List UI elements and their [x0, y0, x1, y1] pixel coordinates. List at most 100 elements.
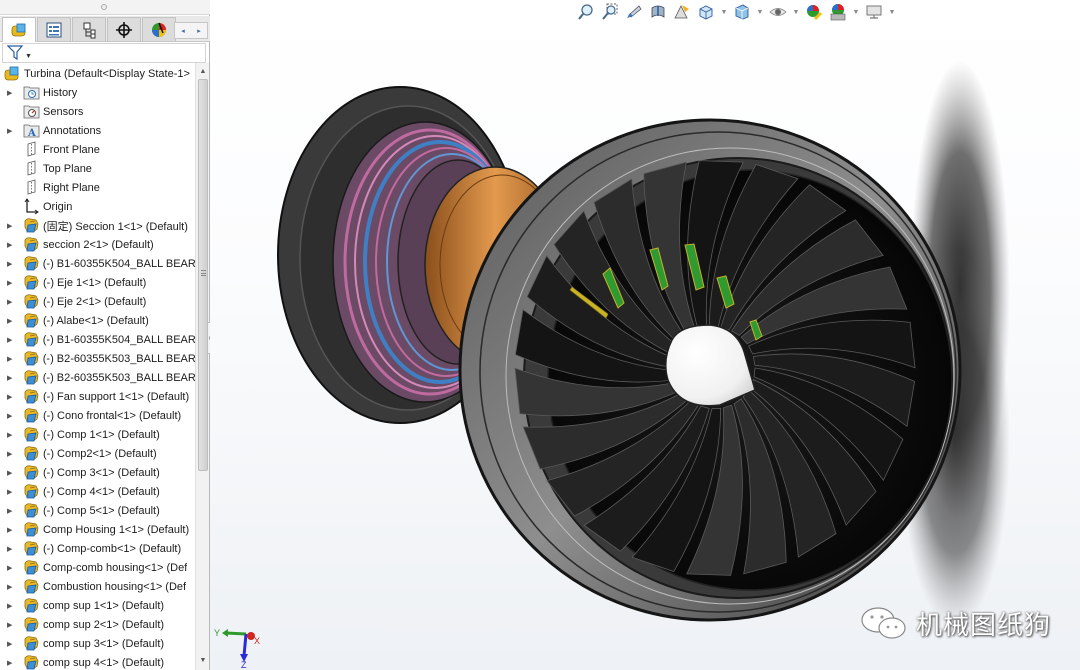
tree-root-item[interactable]: Turbina (Default<Display State-1> — [0, 64, 195, 83]
expand-arrow-icon[interactable]: ▶ — [7, 336, 17, 344]
expand-arrow-icon[interactable]: ▶ — [7, 602, 17, 610]
expand-arrow-icon[interactable]: ▶ — [7, 222, 17, 230]
view-orientation-button[interactable] — [696, 2, 716, 22]
tree-item[interactable]: ▶ (-) B1-60355K504_BALL BEARI — [0, 254, 195, 273]
panel-grip[interactable] — [0, 0, 210, 15]
tree-item[interactable]: ▶ comp sup 1<1> (Default) — [0, 596, 195, 615]
tree-item[interactable]: ▶ (-) Eje 2<1> (Default) — [0, 292, 195, 311]
tree-item-label: Top Plane — [43, 162, 92, 175]
expand-arrow-icon[interactable]: ▶ — [7, 526, 17, 534]
view-settings-dropdown-caret[interactable]: ▼ — [888, 9, 896, 16]
tree-item[interactable]: ▶ (-) Alabe<1> (Default) — [0, 311, 195, 330]
triad-y-axis — [225, 631, 247, 636]
scroll-up-button[interactable]: ▲ — [196, 64, 210, 78]
tree-item[interactable]: ▶ comp sup 3<1> (Default) — [0, 634, 195, 653]
section-view-button[interactable] — [648, 2, 668, 22]
apply-scene-dropdown-caret[interactable]: ▼ — [852, 9, 860, 16]
tab-display-manager[interactable] — [142, 17, 176, 41]
heads-up-view-toolbar: ▼ ▼ ▼ ▼ ▼ — [576, 1, 896, 23]
hide-show-items-button[interactable] — [768, 2, 788, 22]
zoom-to-fit-button[interactable] — [576, 2, 596, 22]
tree-filter[interactable]: ▼ — [2, 43, 206, 63]
expand-arrow-icon[interactable]: ▶ — [7, 279, 17, 287]
tree-item[interactable]: ▶ (-) B1-60355K504_BALL BEARI — [0, 330, 195, 349]
tree-item[interactable]: Front Plane — [0, 140, 195, 159]
expand-arrow-icon[interactable]: ▶ — [7, 374, 17, 382]
expand-arrow-icon[interactable]: ▶ — [7, 298, 17, 306]
expand-arrow-icon[interactable]: ▶ — [7, 659, 17, 667]
tree-item[interactable]: ▶ A Annotations — [0, 121, 195, 140]
expand-arrow-icon[interactable]: ▶ — [7, 450, 17, 458]
expand-arrow-icon[interactable]: ▶ — [7, 469, 17, 477]
expand-arrow-icon[interactable]: ▶ — [7, 89, 17, 97]
apply-scene-button[interactable] — [828, 2, 848, 22]
tab-configuration-manager[interactable] — [72, 17, 106, 41]
tree-item[interactable]: ▶ Comp Housing 1<1> (Default) — [0, 520, 195, 539]
tab-scroll-left[interactable]: ◂ — [175, 23, 191, 38]
tree-item[interactable]: ▶ (-) Comp 3<1> (Default) — [0, 463, 195, 482]
tree-item-label: (-) Eje 2<1> (Default) — [43, 295, 147, 308]
tree-item[interactable]: Sensors — [0, 102, 195, 121]
graphics-area[interactable]: ▼ ▼ ▼ ▼ ▼ Y Z X 机械图纸狗 — [210, 0, 1080, 670]
scroll-thumb[interactable] — [198, 79, 208, 471]
edit-appearance-button[interactable] — [804, 2, 824, 22]
expand-arrow-icon[interactable]: ▶ — [7, 393, 17, 401]
display-style-dropdown-caret[interactable]: ▼ — [756, 9, 764, 16]
tree-item[interactable]: ▶ (-) Fan support 1<1> (Default) — [0, 387, 195, 406]
expand-arrow-icon[interactable]: ▶ — [7, 260, 17, 268]
tree-item-label: seccion 2<1> (Default) — [43, 238, 154, 251]
tree-item[interactable]: ▶ (-) B2-60355K503_BALL BEARI — [0, 368, 195, 387]
tree-item[interactable]: ▶ seccion 2<1> (Default) — [0, 235, 195, 254]
subassembly-icon — [23, 578, 40, 595]
tree-item[interactable]: ▶ Comp-comb housing<1> (Def — [0, 558, 195, 577]
expand-arrow-icon[interactable]: ▶ — [7, 317, 17, 325]
tab-dimxpert-manager[interactable] — [107, 17, 141, 41]
expand-arrow-icon[interactable]: ▶ — [7, 621, 17, 629]
tab-scroll-right[interactable]: ▸ — [191, 23, 207, 38]
tab-feature-manager[interactable] — [2, 17, 36, 42]
tree-item[interactable]: ▶ comp sup 2<1> (Default) — [0, 615, 195, 634]
tree-item[interactable]: ▶ (-) Eje 1<1> (Default) — [0, 273, 195, 292]
expand-arrow-icon[interactable]: ▶ — [7, 545, 17, 553]
triad-x-label: X — [254, 636, 260, 646]
tree-item[interactable]: Top Plane — [0, 159, 195, 178]
subassembly-icon — [23, 540, 40, 557]
display-style-button[interactable] — [732, 2, 752, 22]
tree-item[interactable]: ▶ (-) Comp 5<1> (Default) — [0, 501, 195, 520]
tree-item[interactable]: ▶ Combustion housing<1> (Def — [0, 577, 195, 596]
previous-view-button[interactable] — [624, 2, 644, 22]
tree-item[interactable]: ▶ (-) Comp-comb<1> (Default) — [0, 539, 195, 558]
turbine-model[interactable] — [210, 0, 1080, 670]
expand-arrow-icon[interactable]: ▶ — [7, 412, 17, 420]
tree-item[interactable]: ▶ (固定) Seccion 1<1> (Default) — [0, 216, 195, 235]
expand-arrow-icon[interactable]: ▶ — [7, 507, 17, 515]
tree-item[interactable]: ▶ (-) B2-60355K503_BALL BEARI — [0, 349, 195, 368]
expand-arrow-icon[interactable]: ▶ — [7, 564, 17, 572]
tab-property-manager[interactable] — [37, 17, 71, 41]
expand-arrow-icon[interactable]: ▶ — [7, 127, 17, 135]
expand-arrow-icon[interactable]: ▶ — [7, 488, 17, 496]
tree-item[interactable]: ▶ (-) Comp 4<1> (Default) — [0, 482, 195, 501]
property-manager-icon — [46, 22, 62, 37]
tree-item-label: comp sup 3<1> (Default) — [43, 637, 165, 650]
hide-show-items-dropdown-caret[interactable]: ▼ — [792, 9, 800, 16]
expand-arrow-icon[interactable]: ▶ — [7, 583, 17, 591]
view-orientation-dropdown-caret[interactable]: ▼ — [720, 9, 728, 16]
expand-arrow-icon[interactable]: ▶ — [7, 640, 17, 648]
expand-arrow-icon[interactable]: ▶ — [7, 431, 17, 439]
tree-item[interactable]: ▶ (-) Cono frontal<1> (Default) — [0, 406, 195, 425]
tree-item[interactable]: Right Plane — [0, 178, 195, 197]
tree-item[interactable]: ▶ (-) Comp2<1> (Default) — [0, 444, 195, 463]
expand-arrow-icon[interactable]: ▶ — [7, 241, 17, 249]
zoom-to-area-button[interactable] — [600, 2, 620, 22]
expand-arrow-icon[interactable]: ▶ — [7, 355, 17, 363]
tree-scrollbar[interactable]: ▲ ▼ — [195, 63, 209, 670]
tree-item[interactable]: ▶ comp sup 4<1> (Default) — [0, 653, 195, 670]
tree-item[interactable]: Origin — [0, 197, 195, 216]
tree-item[interactable]: ▶ History — [0, 83, 195, 102]
view-settings-button[interactable] — [864, 2, 884, 22]
dynamic-annotation-views-button[interactable] — [672, 2, 692, 22]
thumb-grip — [201, 270, 206, 276]
scroll-down-button[interactable]: ▼ — [196, 653, 210, 667]
tree-item[interactable]: ▶ (-) Comp 1<1> (Default) — [0, 425, 195, 444]
